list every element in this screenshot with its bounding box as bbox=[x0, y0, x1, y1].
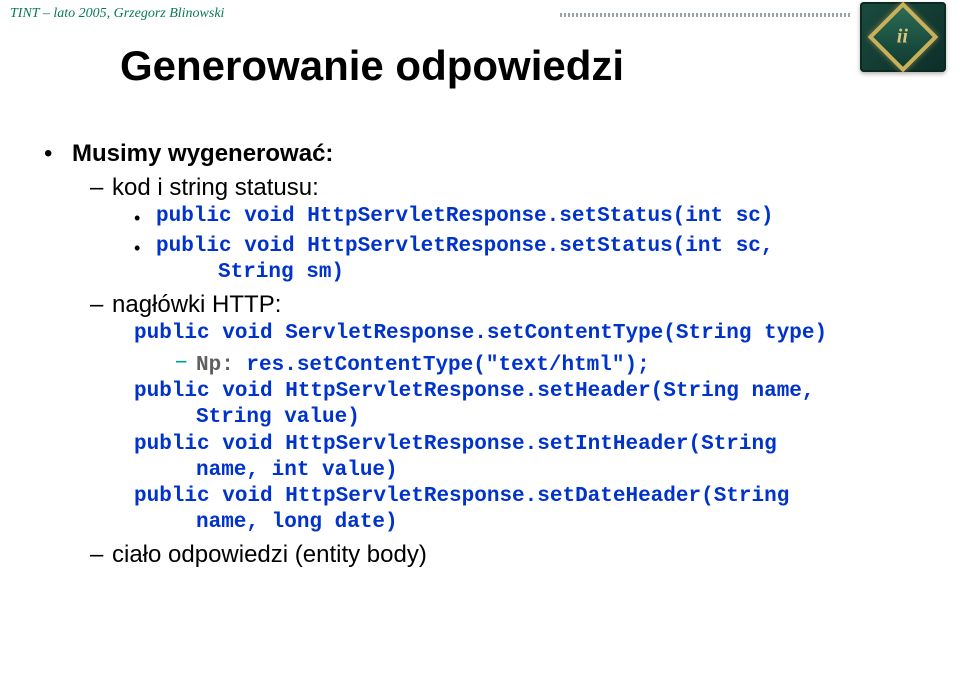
code-line: String sm) bbox=[156, 260, 774, 286]
bullet-level3: • public void HttpServletResponse.setSta… bbox=[134, 234, 920, 287]
bullet-text: ciało odpowiedzi (entity body) bbox=[112, 541, 427, 569]
slide-content: • Musimy wygenerować: – kod i string sta… bbox=[44, 140, 920, 571]
bullet-level1: • Musimy wygenerować: bbox=[44, 140, 920, 168]
bullet-text: nagłówki HTTP: bbox=[112, 291, 281, 319]
bullet-level2: – nagłówki HTTP: bbox=[90, 291, 920, 319]
code-line: public void HttpServletResponse.setStatu… bbox=[156, 204, 774, 232]
slide-title: Generowanie odpowiedzi bbox=[120, 42, 624, 90]
logo-badge: ii bbox=[860, 2, 946, 72]
bullet-text: kod i string statusu: bbox=[112, 174, 319, 202]
code-prefix: Np: bbox=[196, 354, 246, 377]
bullet-level2: – ciało odpowiedzi (entity body) bbox=[90, 541, 920, 569]
bullet-level2: – kod i string statusu: bbox=[90, 174, 920, 202]
header-text: TINT – lato 2005, Grzegorz Blinowski bbox=[10, 6, 224, 22]
code-line: public void HttpServletResponse.setStatu… bbox=[156, 234, 774, 260]
logo-letters: ii bbox=[897, 26, 908, 49]
bullet-level4: – Np: res.setContentType("text/html"); bbox=[174, 349, 920, 379]
code-line: name, int value) bbox=[134, 458, 920, 484]
header-decor-line bbox=[560, 13, 852, 17]
code-line: name, long date) bbox=[134, 510, 920, 536]
code-line: public void HttpServletResponse.setHeade… bbox=[134, 379, 920, 405]
bullet-level3: • public void HttpServletResponse.setSta… bbox=[134, 204, 920, 232]
bullet-text: Musimy wygenerować: bbox=[72, 140, 333, 168]
code-line: public void ServletResponse.setContentTy… bbox=[134, 321, 920, 347]
code-line: public void HttpServletResponse.setDateH… bbox=[134, 484, 920, 510]
code-line: public void HttpServletResponse.setIntHe… bbox=[134, 432, 920, 458]
code-line: String value) bbox=[134, 405, 920, 431]
code-line: res.setContentType("text/html"); bbox=[246, 354, 649, 377]
